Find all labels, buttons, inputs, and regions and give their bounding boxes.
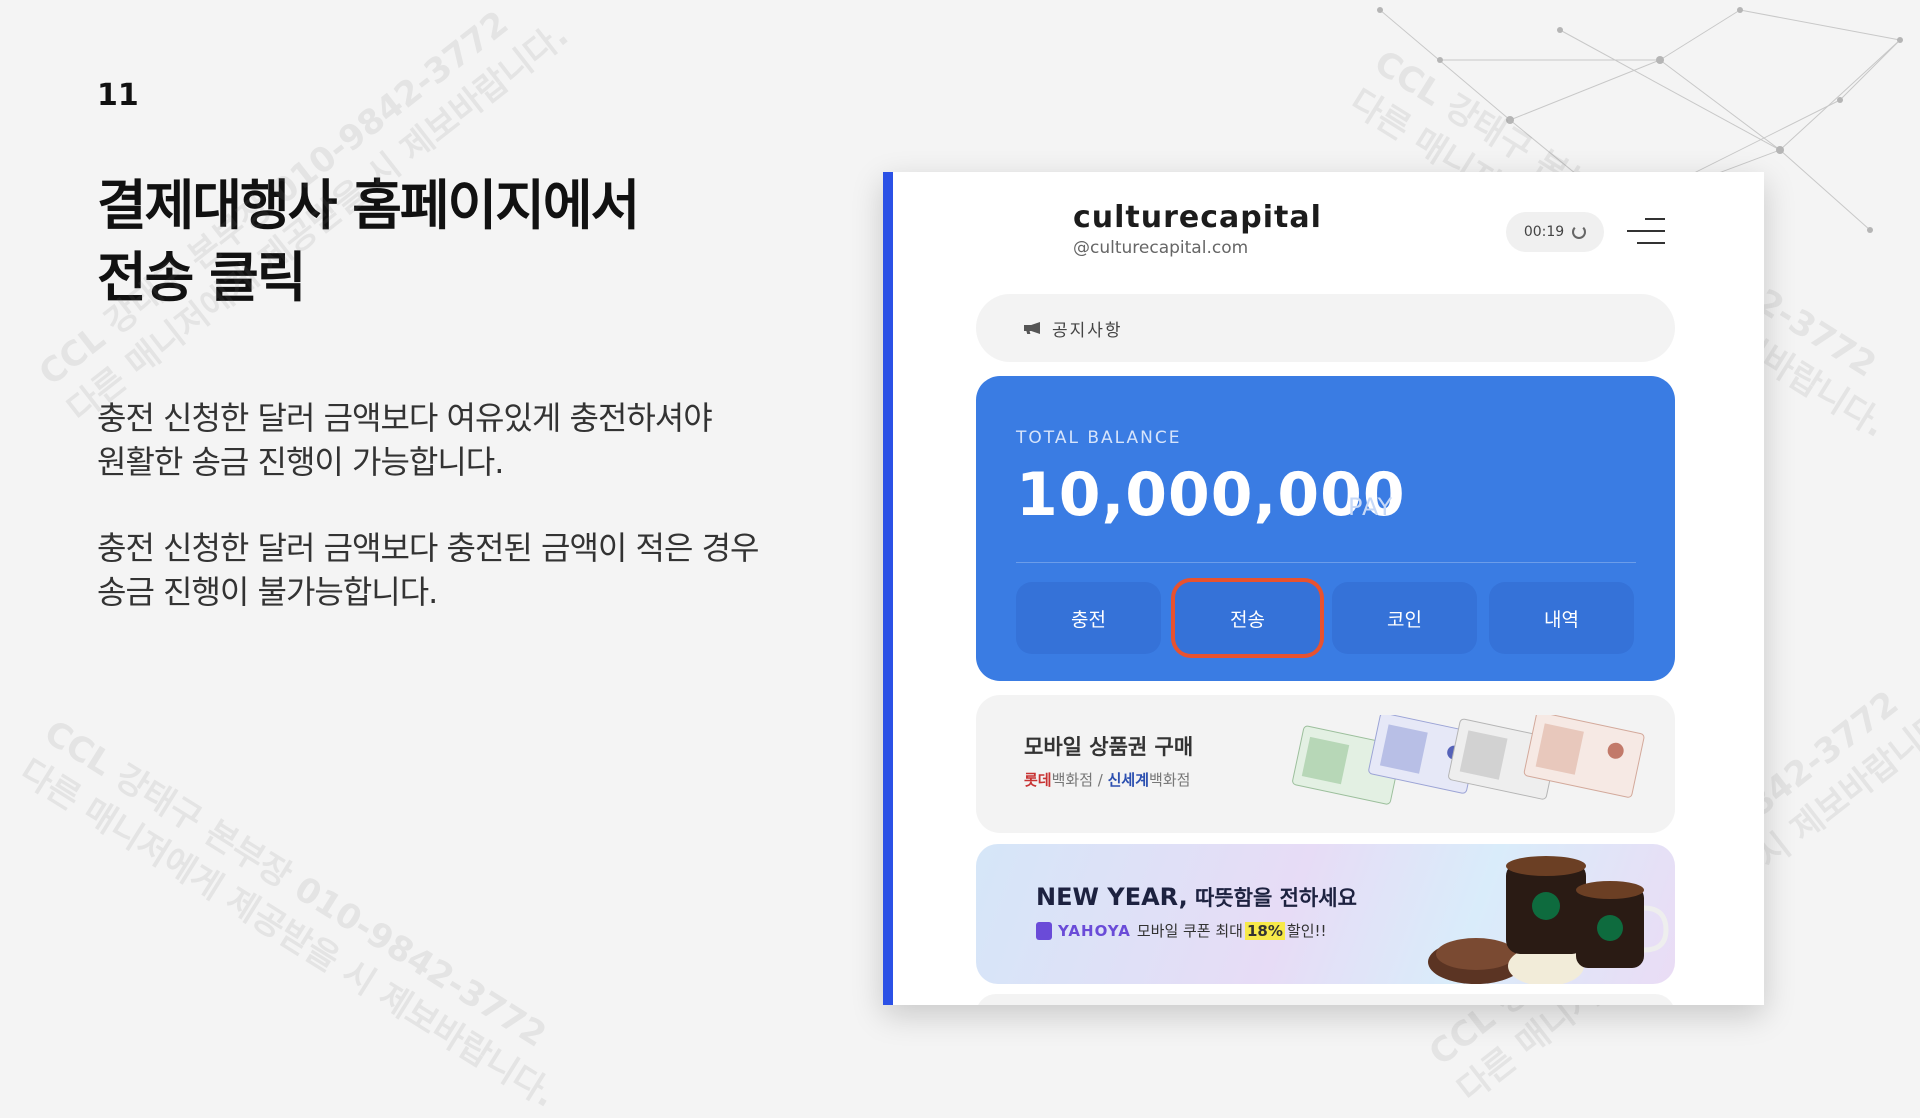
coffee-illustration [1428, 856, 1669, 984]
refresh-icon [1572, 225, 1587, 239]
send-button[interactable]: 전송 [1175, 582, 1320, 654]
session-timer-text: 00:19 [1523, 224, 1565, 240]
accent-bar [883, 172, 893, 1005]
slide-title-line2: 전송 클릭 [97, 246, 307, 309]
promo-subtitle: YAHOYA 모바일 쿠폰 최대 18% 할인!! [1036, 920, 1327, 941]
brand-name: culturecapital [1073, 200, 1322, 235]
watermark-line1: CCL 강태구 본부장 010-9842-3772 [37, 712, 554, 1056]
session-timer[interactable]: 00:19 [1506, 212, 1604, 252]
hamburger-menu-icon[interactable] [1625, 216, 1665, 248]
slide-number: 11 [97, 78, 139, 113]
gift-card-subtitle: 롯데백화점 / 신세계백화점 [1024, 771, 1191, 789]
watermark-line2: 다른 매니저에게 제공받을 시 제보바랍니다. [12, 751, 563, 1116]
next-card-partial [976, 994, 1675, 1005]
slide-title: 결제대행사 홈페이지에서 전송 클릭 [97, 170, 640, 314]
description-2-line2: 송금 진행이 불가능합니다. [97, 573, 438, 611]
description-2-line1: 충전 신청한 달러 금액보다 충전된 금액이 적은 경우 [97, 529, 759, 567]
megaphone-icon [1024, 322, 1040, 334]
notice-label: 공지사항 [1052, 320, 1123, 341]
balance-divider [1016, 562, 1636, 563]
app-screenshot: culturecapital @culturecapital.com 00:19… [883, 172, 1764, 1005]
gift-voucher-illustration [1292, 715, 1645, 805]
slide-title-line1: 결제대행사 홈페이지에서 [97, 174, 640, 237]
promo-brand: YAHOYA [1058, 921, 1131, 940]
description-paragraph-2: 충전 신청한 달러 금액보다 충전된 금액이 적은 경우 송금 진행이 불가능합… [97, 526, 759, 614]
charge-button[interactable]: 충전 [1016, 582, 1161, 654]
coin-button[interactable]: 코인 [1332, 582, 1477, 654]
watermark: CCL 강태구 본부장 010-9842-3772 다른 매니저에게 제공받을 … [11, 710, 588, 1118]
gift-card-banner[interactable]: 모바일 상품권 구매 롯데백화점 / 신세계백화점 [976, 695, 1675, 833]
gift-card-title: 모바일 상품권 구매 [1024, 735, 1194, 759]
balance-card: TOTAL BALANCE 10,000,000 PAY 충전 전송 코인 내역 [976, 376, 1675, 681]
description-1-line1: 충전 신청한 달러 금액보다 여유있게 충전하셔야 [97, 399, 713, 437]
promo-title: NEW YEAR, 따뜻함을 전하세요 [1036, 883, 1357, 911]
brand-domain: @culturecapital.com [1073, 238, 1249, 258]
notice-bar[interactable]: 공지사항 [976, 294, 1675, 362]
promo-banner[interactable]: NEW YEAR, 따뜻함을 전하세요 YAHOYA 모바일 쿠폰 최대 18%… [976, 844, 1675, 984]
description-1-line2: 원활한 송금 진행이 가능합니다. [97, 443, 504, 481]
promo-discount: 18% [1244, 921, 1285, 940]
description-paragraph-1: 충전 신청한 달러 금액보다 여유있게 충전하셔야 원활한 송금 진행이 가능합… [97, 396, 713, 484]
balance-label: TOTAL BALANCE [1016, 428, 1182, 448]
balance-unit: PAY [1348, 493, 1394, 521]
yahoya-logo-icon [1036, 921, 1052, 940]
history-button[interactable]: 내역 [1489, 582, 1634, 654]
